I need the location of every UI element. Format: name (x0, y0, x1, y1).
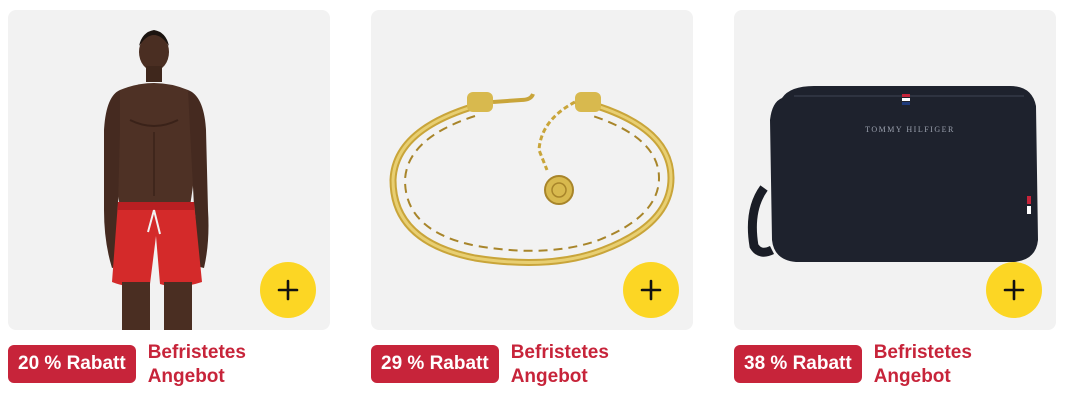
limited-offer-label: Befristetes Angebot (148, 341, 278, 389)
deal-label-line1: Befristetes (147, 342, 246, 363)
add-to-cart-button[interactable] (986, 262, 1042, 318)
product-card[interactable]: TOMMY HILFIGER 38 % Rabatt Befristetes A… (734, 10, 1056, 390)
deal-label-line2: Angebot (510, 366, 588, 387)
product-card[interactable]: 29 % Rabatt Befristetes Angebot (371, 10, 693, 390)
deal-label-line2: Angebot (147, 366, 225, 387)
deal-info: 29 % Rabatt Befristetes Angebot (371, 340, 641, 389)
deal-info: 20 % Rabatt Befristetes Angebot (8, 340, 278, 389)
discount-badge: 29 % Rabatt (371, 345, 499, 383)
discount-badge: 20 % Rabatt (8, 345, 136, 383)
deal-label-line2: Angebot (873, 366, 951, 387)
add-to-cart-button[interactable] (623, 262, 679, 318)
deal-info: 38 % Rabatt Befristetes Angebot (734, 340, 1004, 389)
deal-label-line1: Befristetes (873, 342, 972, 363)
plus-icon (640, 279, 662, 301)
limited-offer-label: Befristetes Angebot (511, 341, 641, 389)
product-carousel: 20 % Rabatt Befristetes Angebot 29 % Rab… (0, 0, 1084, 400)
product-image-swim-shorts[interactable] (8, 10, 330, 330)
product-card[interactable]: 20 % Rabatt Befristetes Angebot (8, 10, 330, 390)
deal-label-line1: Befristetes (510, 342, 609, 363)
bag-brand-text: TOMMY HILFIGER (865, 125, 955, 134)
discount-badge: 38 % Rabatt (734, 345, 862, 383)
add-to-cart-button[interactable] (260, 262, 316, 318)
plus-icon (277, 279, 299, 301)
limited-offer-label: Befristetes Angebot (874, 341, 1004, 389)
product-image-toiletry-bag[interactable]: TOMMY HILFIGER (734, 10, 1056, 330)
plus-icon (1003, 279, 1025, 301)
product-image-bracelet[interactable] (371, 10, 693, 330)
